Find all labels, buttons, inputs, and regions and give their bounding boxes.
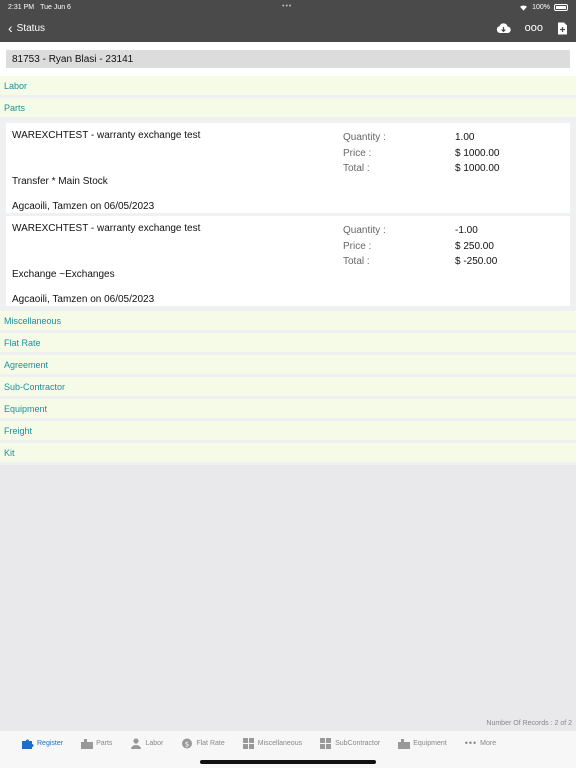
- back-button[interactable]: ‹ Status: [8, 21, 45, 35]
- tab-register[interactable]: Register: [22, 738, 63, 749]
- quantity-value: 1.00: [455, 132, 475, 143]
- battery-percent: 100%: [532, 3, 550, 11]
- grid-icon: [320, 738, 332, 749]
- tab-labor-label: Labor: [145, 740, 164, 747]
- dollar-coin-icon: $: [182, 738, 193, 749]
- part-item[interactable]: WAREXCHTEST - warranty exchange test Qua…: [6, 216, 570, 306]
- tab-equipment[interactable]: Equipment: [398, 738, 447, 749]
- part-item[interactable]: WAREXCHTEST - warranty exchange test Qua…: [6, 123, 570, 213]
- tab-subcontractor[interactable]: SubContractor: [320, 738, 380, 749]
- part-field-labels: Quantity : Price : Total :: [343, 223, 386, 270]
- section-flat-rate[interactable]: Flat Rate: [0, 333, 576, 355]
- tab-more-label: More: [480, 739, 497, 747]
- part-field-values: -1.00 $ 250.00 $ -250.00: [455, 223, 497, 270]
- part-field-values: 1.00 $ 1000.00 $ 1000.00: [455, 130, 500, 177]
- home-indicator: [200, 760, 376, 764]
- section-labor[interactable]: Labor: [0, 76, 576, 98]
- tab-parts[interactable]: Parts: [81, 738, 112, 749]
- section-agreement[interactable]: Agreement: [0, 355, 576, 377]
- quantity-value: -1.00: [455, 225, 478, 236]
- quantity-label: Quantity :: [343, 225, 386, 236]
- back-label: Status: [16, 22, 46, 34]
- part-field-labels: Quantity : Price : Total :: [343, 130, 386, 177]
- ellipsis-icon: •••: [464, 738, 478, 748]
- grid-icon: [242, 738, 254, 749]
- total-label: Total :: [343, 256, 370, 267]
- work-order-header: 81753 - Ryan Blasi - 23141: [6, 50, 570, 68]
- status-time: 2:31 PM: [8, 3, 35, 11]
- total-label: Total :: [343, 163, 370, 174]
- tab-miscellaneous-label: Miscellaneous: [257, 740, 303, 747]
- tab-miscellaneous[interactable]: Miscellaneous: [242, 738, 303, 749]
- tab-flat-rate[interactable]: $ Flat Rate: [181, 738, 225, 749]
- more-options-button[interactable]: ooo: [525, 22, 543, 34]
- section-parts[interactable]: Parts: [0, 98, 576, 120]
- price-value: $ 1000.00: [455, 147, 500, 159]
- section-kit[interactable]: Kit: [0, 443, 576, 465]
- svg-text:$: $: [185, 740, 189, 748]
- part-location: Exchange ~Exchanges: [12, 269, 115, 280]
- price-label: Price :: [343, 240, 372, 252]
- chevron-left-icon: ‹: [8, 20, 13, 36]
- part-description: WAREXCHTEST - warranty exchange test: [12, 223, 201, 234]
- battery-icon: [554, 3, 568, 11]
- person-icon: [131, 738, 142, 749]
- status-date: Tue Jun 6: [40, 3, 71, 11]
- wifi-icon: [520, 4, 528, 11]
- price-label: Price :: [343, 147, 372, 159]
- section-freight[interactable]: Freight: [0, 421, 576, 443]
- parts-list: WAREXCHTEST - warranty exchange test Qua…: [0, 120, 576, 311]
- tab-equipment-label: Equipment: [413, 740, 447, 747]
- part-location: Transfer * Main Stock: [12, 176, 108, 187]
- tab-more[interactable]: ••• More: [465, 738, 496, 748]
- part-description: WAREXCHTEST - warranty exchange test: [12, 130, 201, 141]
- cloud-download-icon[interactable]: [496, 22, 511, 34]
- tab-labor[interactable]: Labor: [130, 738, 163, 749]
- tab-parts-label: Parts: [96, 740, 113, 747]
- puzzle-icon: [22, 739, 34, 749]
- quantity-label: Quantity :: [343, 132, 386, 143]
- nav-actions: ooo: [496, 22, 568, 35]
- main-content: 81753 - Ryan Blasi - 23141 Labor Parts W…: [0, 42, 576, 465]
- tab-subcontractor-label: SubContractor: [335, 740, 381, 747]
- tab-flat-rate-label: Flat Rate: [196, 740, 225, 747]
- section-sub-contractor[interactable]: Sub-Contractor: [0, 377, 576, 399]
- total-value: $ 1000.00: [455, 163, 500, 174]
- part-entered-by: Agcaoili, Tamzen on 06/05/2023: [12, 294, 155, 305]
- status-bar: 2:31 PM Tue Jun 6 ••• 100%: [0, 0, 576, 14]
- tab-register-label: Register: [37, 740, 64, 747]
- document-add-icon[interactable]: [557, 22, 568, 35]
- parts-icon: [81, 739, 94, 749]
- section-equipment[interactable]: Equipment: [0, 399, 576, 421]
- part-entered-by: Agcaoili, Tamzen on 06/05/2023: [12, 201, 155, 212]
- price-value: $ 250.00: [455, 240, 494, 252]
- status-right: 100%: [519, 3, 568, 11]
- multitask-dots-icon: •••: [282, 3, 293, 10]
- total-value: $ -250.00: [455, 256, 498, 267]
- nav-bar: ‹ Status ooo: [0, 14, 576, 42]
- section-miscellaneous[interactable]: Miscellaneous: [0, 311, 576, 333]
- equipment-icon: [398, 739, 411, 749]
- record-count: Number Of Records : 2 of 2: [486, 720, 572, 727]
